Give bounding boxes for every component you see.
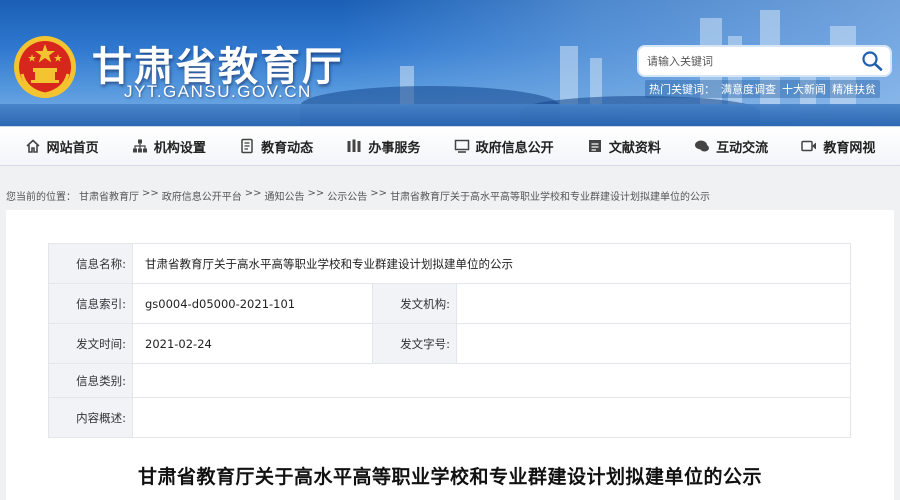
nav-item-services[interactable]: 办事服务: [346, 137, 420, 156]
info-value-issuer: [456, 283, 851, 324]
info-value-name: 甘肃省教育厅关于高水平高等职业学校和专业群建设计划拟建单位的公示: [132, 243, 851, 284]
breadcrumb-link[interactable]: 甘肃省教育厅: [79, 188, 139, 203]
nav-item-label: 教育网视: [823, 140, 876, 156]
table-row: 信息索引: gs0004-d05000-2021-101 发文机构:: [48, 283, 851, 324]
article-title: 甘肃省教育厅关于高水平高等职业学校和专业群建设计划拟建单位的公示: [137, 466, 762, 488]
nav-item-label: 政府信息公开: [475, 140, 554, 156]
site-domain: JYT.GANSU.GOV.CN: [124, 82, 312, 101]
hot-keywords: 热门关键词： 满意度调查 十大新闻 精准扶贫: [645, 80, 880, 98]
breadcrumb-link[interactable]: 公示公告: [327, 188, 367, 203]
monitor-icon: [454, 139, 469, 153]
banner-water: [0, 104, 900, 126]
hot-keyword-link[interactable]: 十大新闻: [782, 81, 826, 97]
nav-item-documents[interactable]: 文献资料: [587, 137, 661, 156]
document-icon: [588, 140, 601, 152]
breadcrumb-current[interactable]: 甘肃省教育厅关于高水平高等职业学校和专业群建设计划拟建单位的公示: [390, 188, 710, 203]
nav-item-organization[interactable]: 机构设置: [132, 137, 206, 156]
table-row: 发文时间: 2021-02-24 发文字号:: [48, 323, 851, 364]
hot-keywords-label: 热门关键词：: [649, 83, 715, 96]
org-icon: [132, 139, 147, 153]
search-box: [637, 45, 892, 77]
table-row: 信息类别:: [48, 363, 851, 398]
nav-item-label: 网站首页: [46, 140, 99, 156]
service-icon: [347, 139, 361, 152]
nav-item-label: 机构设置: [153, 140, 206, 156]
document-info-table: 信息名称: 甘肃省教育厅关于高水平高等职业学校和专业群建设计划拟建单位的公示 信…: [48, 243, 851, 438]
breadcrumb-link[interactable]: 通知公告: [265, 188, 305, 203]
breadcrumb-separator: >>: [307, 188, 325, 199]
main-nav: 网站首页 机构设置 教育动态 办事服务 政府信息公开 文献资料 互动交流 教育网…: [0, 126, 900, 166]
nav-item-label: 办事服务: [368, 140, 421, 156]
info-label-issuer: 发文机构:: [372, 283, 457, 324]
info-value-summary: [132, 397, 851, 438]
info-label-name: 信息名称:: [48, 243, 133, 284]
search-icon[interactable]: [860, 50, 884, 72]
breadcrumb: 您当前的位置： 甘肃省教育厅 >> 政府信息公开平台 >> 通知公告 >> 公示…: [6, 188, 710, 203]
news-icon: [241, 138, 253, 154]
search-input[interactable]: [647, 54, 857, 68]
nav-item-education-news[interactable]: 教育动态: [239, 137, 313, 156]
national-emblem-icon: [14, 36, 76, 98]
home-icon: [26, 139, 40, 153]
info-value-docno: [456, 323, 851, 364]
nav-item-interaction[interactable]: 互动交流: [694, 137, 768, 156]
info-value-index: gs0004-d05000-2021-101: [132, 283, 373, 324]
breadcrumb-prefix: 您当前的位置：: [6, 192, 76, 203]
info-label-date: 发文时间:: [48, 323, 133, 364]
nav-item-label: 教育动态: [261, 140, 314, 156]
nav-item-label: 互动交流: [716, 140, 769, 156]
info-label-summary: 内容概述:: [48, 397, 133, 438]
table-row: 内容概述:: [48, 397, 851, 438]
table-row: 信息名称: 甘肃省教育厅关于高水平高等职业学校和专业群建设计划拟建单位的公示: [48, 243, 851, 284]
info-label-docno: 发文字号:: [372, 323, 457, 364]
nav-item-home[interactable]: 网站首页: [25, 137, 99, 156]
chat-icon: [695, 140, 710, 152]
nav-item-label: 文献资料: [608, 140, 661, 156]
breadcrumb-separator: >>: [142, 188, 159, 199]
banner-building: [560, 46, 578, 106]
breadcrumb-link[interactable]: 政府信息公开平台: [162, 188, 242, 203]
info-label-index: 信息索引:: [48, 283, 133, 324]
header-banner: 甘肃省教育厅 JYT.GANSU.GOV.CN 热门关键词： 满意度调查 十大新…: [0, 0, 900, 126]
info-value-category: [132, 363, 851, 398]
nav-item-gov-info[interactable]: 政府信息公开: [454, 137, 554, 156]
nav-item-education-tv[interactable]: 教育网视: [801, 137, 875, 156]
hot-keyword-link[interactable]: 满意度调查: [721, 81, 776, 97]
info-label-category: 信息类别:: [48, 363, 133, 398]
info-value-date: 2021-02-24: [132, 323, 373, 364]
hot-keyword-link[interactable]: 精准扶贫: [832, 81, 876, 97]
breadcrumb-separator: >>: [370, 188, 388, 199]
breadcrumb-separator: >>: [244, 188, 262, 199]
video-icon: [801, 140, 817, 152]
